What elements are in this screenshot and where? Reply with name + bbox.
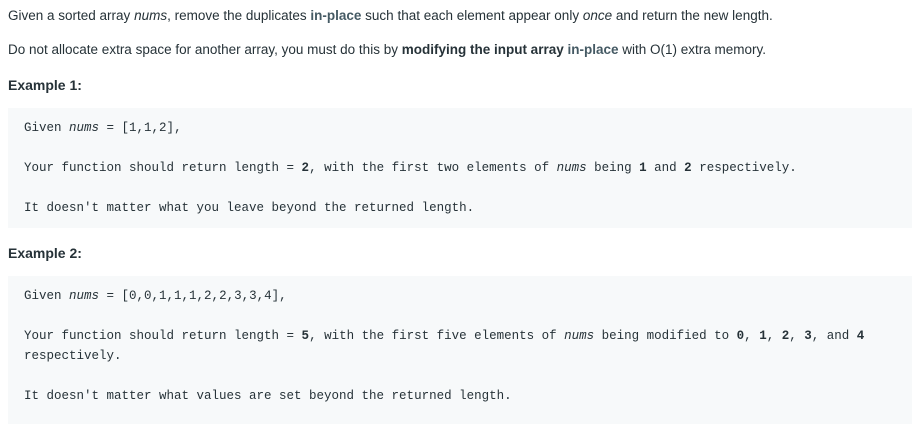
statement-text: , remove the duplicates: [167, 8, 311, 23]
code-text: ,: [789, 329, 805, 343]
return-length: 2: [301, 161, 310, 175]
example-1-input-line: Given nums = [1,1,2],: [24, 118, 182, 138]
in-place-highlight: in-place: [567, 42, 619, 57]
nums-variable: nums: [69, 289, 100, 303]
nums-variable: nums: [134, 8, 168, 23]
element-value: 4: [856, 329, 865, 343]
memory-constraint: Do not allocate extra space for another …: [8, 40, 766, 60]
once-emphasis: once: [582, 8, 613, 23]
example-1-return-line: Your function should return length = 2, …: [24, 158, 797, 178]
statement-text: such that each element appear only: [361, 8, 583, 23]
example-2-input-line: Given nums = [0,0,1,1,1,2,2,3,3,4],: [24, 286, 287, 306]
code-text: respectively.: [691, 161, 797, 175]
problem-description: Given a sorted array nums, remove the du…: [0, 0, 920, 430]
code-text: , with the first five elements of: [309, 329, 565, 343]
code-text: ,: [174, 121, 182, 135]
example-2-note-line: It doesn't matter what values are set be…: [24, 389, 512, 403]
code-text: =: [99, 121, 122, 135]
code-text: Your function should return length =: [24, 329, 302, 343]
statement-text: and return the new length.: [612, 8, 773, 23]
input-array: [1,1,2]: [121, 121, 175, 135]
code-text: Your function should return length =: [24, 161, 302, 175]
statement-text: Given a sorted array: [8, 8, 135, 23]
in-place-highlight: in-place: [310, 8, 362, 23]
example-1-title: Example 1:: [8, 77, 82, 93]
return-length: 5: [301, 329, 310, 343]
code-text: , and: [811, 329, 857, 343]
constraint-text: with O(1) extra memory.: [618, 42, 767, 57]
nums-variable: nums: [69, 121, 100, 135]
code-text: , with the first two elements of: [309, 161, 557, 175]
code-text: =: [99, 289, 122, 303]
code-text: and: [646, 161, 685, 175]
example-2-return-line: Your function should return length = 5, …: [24, 326, 864, 346]
nums-variable: nums: [564, 329, 595, 343]
code-text: being: [586, 161, 640, 175]
code-text: Given: [24, 289, 70, 303]
element-value: 1: [639, 161, 647, 175]
example-1-code-block: Given nums = [1,1,2], Your function shou…: [8, 108, 912, 228]
nums-variable: nums: [556, 161, 587, 175]
input-array: [0,0,1,1,1,2,2,3,3,4]: [121, 289, 280, 303]
code-text: ,: [766, 329, 782, 343]
example-1-note-line: It doesn't matter what you leave beyond …: [24, 201, 475, 215]
element-value: 3: [804, 329, 812, 343]
code-text: ,: [744, 329, 760, 343]
example-2-code-block: Given nums = [0,0,1,1,1,2,2,3,3,4], Your…: [8, 276, 912, 424]
modifying-emphasis: modifying the input array: [401, 42, 564, 57]
code-text: being modified to: [594, 329, 737, 343]
constraint-text: Do not allocate extra space for another …: [8, 42, 402, 57]
element-value: 2: [684, 161, 692, 175]
example-2-return-line-continued: respectively.: [24, 349, 122, 363]
example-2-title: Example 2:: [8, 245, 82, 261]
problem-statement: Given a sorted array nums, remove the du…: [8, 6, 773, 26]
code-text: Given: [24, 121, 70, 135]
code-text: ,: [279, 289, 287, 303]
element-value: 1: [759, 329, 767, 343]
